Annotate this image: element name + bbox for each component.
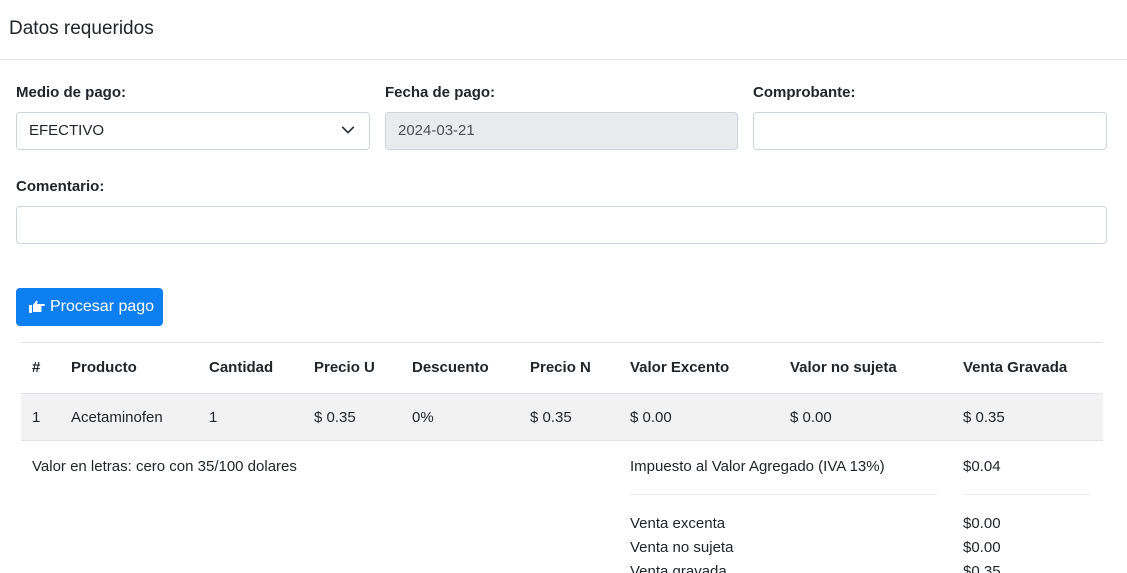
table-cell: $ 0.00	[790, 409, 832, 426]
table-cell: $ 0.35	[530, 409, 572, 426]
summary-divider	[630, 494, 937, 495]
taxed-sale-value: $0.35	[963, 563, 1001, 573]
hand-point-right-icon	[29, 300, 45, 313]
iva-value: $0.04	[963, 458, 1001, 475]
iva-label: Impuesto al Valor Agregado (IVA 13%)	[630, 458, 885, 475]
payment-method-value: EFECTIVO	[29, 122, 105, 139]
column-header: #	[32, 359, 41, 376]
summary-divider	[963, 494, 1090, 495]
column-header: Venta Gravada	[963, 359, 1068, 376]
table-cell: 1	[32, 409, 41, 426]
column-header: Cantidad	[209, 359, 274, 376]
column-header: Descuento	[412, 359, 489, 376]
taxed-sale-label: Venta gravada	[630, 563, 727, 573]
process-payment-button[interactable]: Procesar pago	[16, 288, 163, 326]
comment-input[interactable]	[16, 206, 1107, 244]
exempt-sale-value: $0.00	[963, 515, 1001, 532]
voucher-label: Comprobante:	[753, 84, 856, 101]
card-header: Datos requeridos	[0, 0, 1127, 60]
table-cell: Acetaminofen	[71, 409, 163, 426]
process-payment-label: Procesar pago	[50, 298, 155, 315]
exempt-sale-label: Venta excenta	[630, 515, 726, 532]
payment-method-select[interactable]: EFECTIVO	[16, 112, 370, 150]
comment-label: Comentario:	[16, 178, 105, 195]
column-header: Precio U	[314, 359, 375, 376]
table-top-border	[21, 342, 1103, 343]
page-title: Datos requeridos	[9, 18, 154, 39]
table-cell: 0%	[412, 409, 434, 426]
not-subject-sale-label: Venta no sujeta	[630, 539, 734, 556]
table-cell: $ 0.00	[630, 409, 672, 426]
column-header: Valor no sujeta	[790, 359, 897, 376]
column-header: Valor Excento	[630, 359, 730, 376]
column-header: Producto	[71, 359, 137, 376]
chevron-down-icon	[341, 126, 355, 134]
payment-date-label: Fecha de pago:	[385, 84, 496, 101]
payment-method-label: Medio de pago:	[16, 84, 126, 101]
table-cell: $ 0.35	[963, 409, 1005, 426]
payment-date-field[interactable]: 2024-03-21	[385, 112, 738, 150]
table-cell: $ 0.35	[314, 409, 356, 426]
column-header: Precio N	[530, 359, 591, 376]
amount-in-words: Valor en letras: cero con 35/100 dolares	[32, 458, 297, 475]
table-cell: 1	[209, 409, 218, 426]
not-subject-sale-value: $0.00	[963, 539, 1001, 556]
voucher-input[interactable]	[753, 112, 1107, 150]
